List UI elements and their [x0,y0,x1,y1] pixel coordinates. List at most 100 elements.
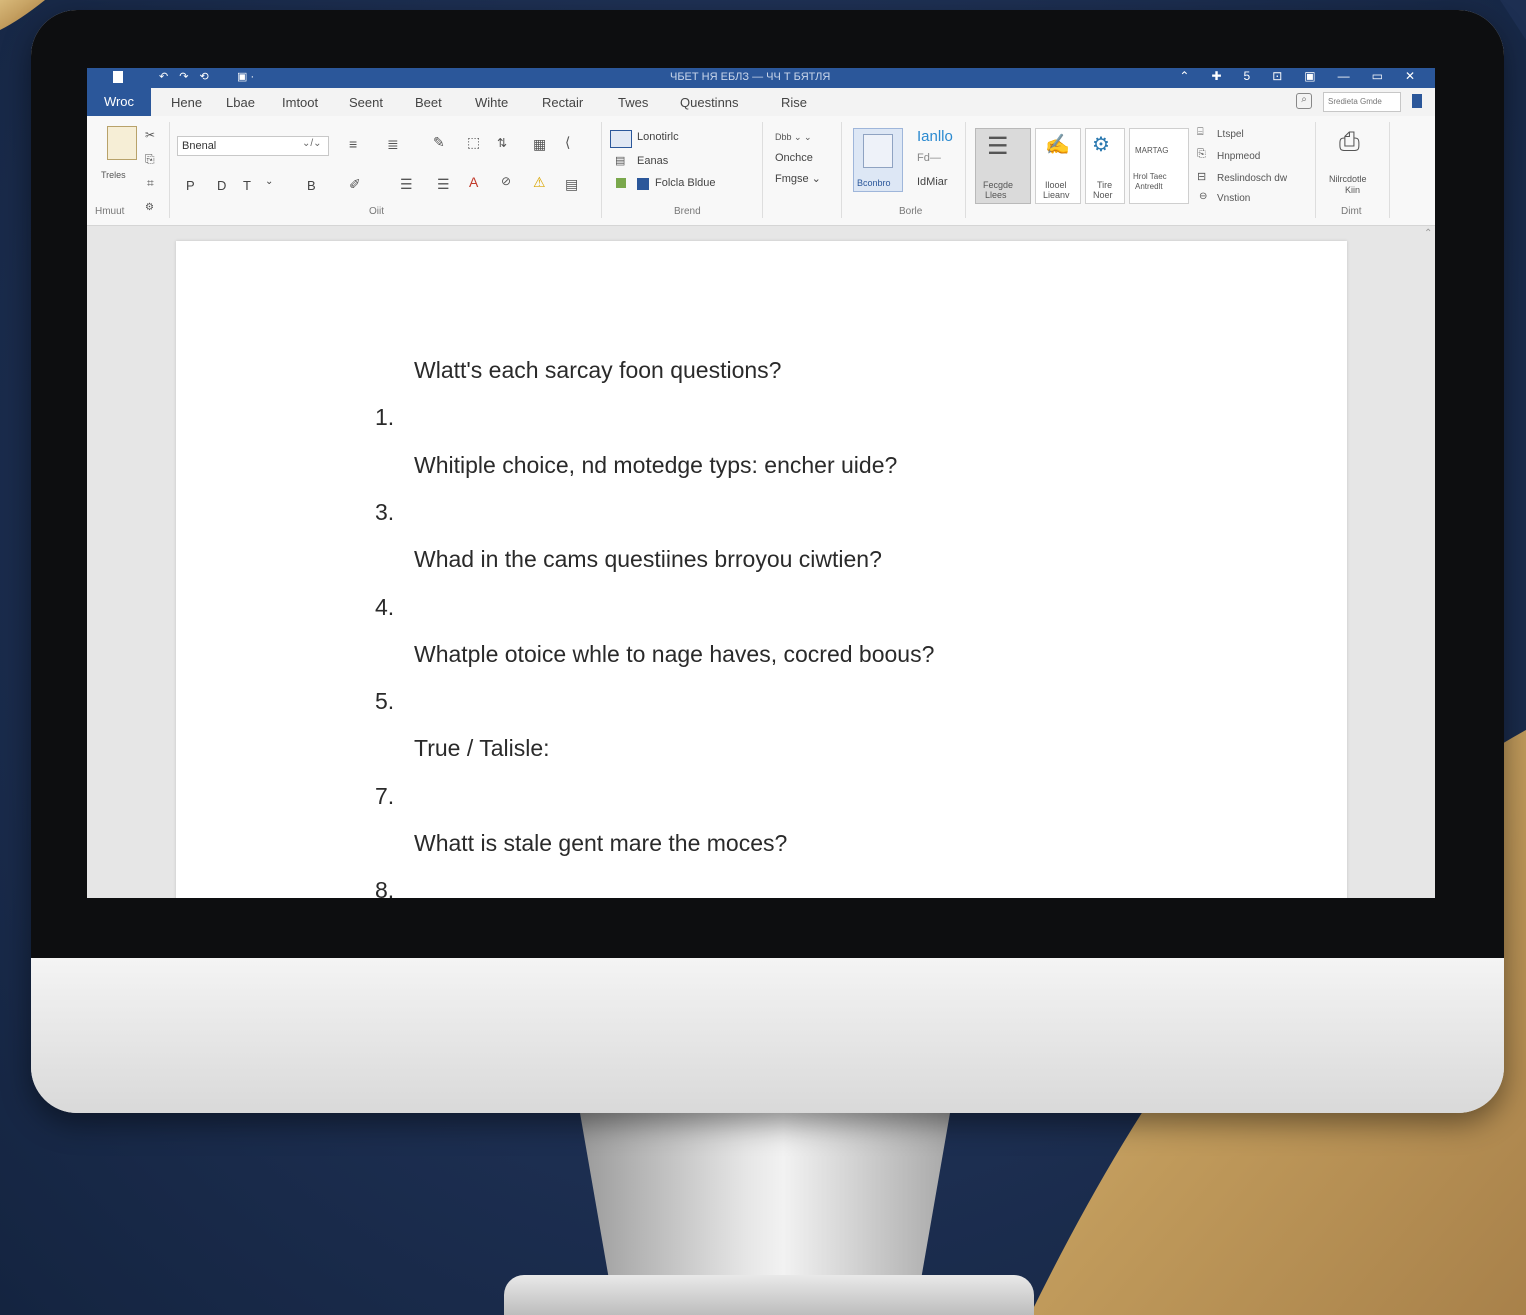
table-icon[interactable]: ▦ [533,136,546,153]
lightbulb-icon[interactable]: ⌕ [1296,93,1312,109]
question-number[interactable]: 7. [375,783,394,810]
editing-item[interactable]: Ltspel [1217,129,1244,140]
font-color-icon[interactable]: A [469,174,478,190]
clipboard-group-label: Hmuut [95,206,125,217]
question-text[interactable]: Whatple otoice whle to nage haves, cocre… [414,641,934,668]
gallery-label: Fecgde [983,180,1014,190]
editing-item[interactable]: Reslindosch dw [1217,173,1287,184]
bold-button[interactable]: P [186,178,195,193]
ribbon-tabs: Wroc Hene Lbae Imtoot Seent Beet Wihte R… [87,88,1435,116]
paste-icon[interactable] [107,126,137,160]
underline-dropdown[interactable]: ⌄ [265,176,273,187]
document-page[interactable]: Wlatt's each sarcay foon questions? 1. Whi… [176,241,1347,898]
option-item[interactable]: Fmgse ⌄ [775,172,821,185]
tab-references[interactable]: Rectair [542,95,583,110]
list-icon[interactable]: ▤ [615,154,625,167]
tab-import[interactable]: Imtoot [282,95,318,110]
gallery-banner: MARTAG [1135,146,1169,155]
tab-file[interactable]: Wroc [87,88,151,116]
blue-square-icon [637,178,649,190]
question-number[interactable]: 3. [375,499,394,526]
align-center-icon[interactable]: ☰ [400,176,413,193]
bullets-icon[interactable]: ≡ [349,136,357,152]
scroll-indicator[interactable]: ⌃ [1424,228,1432,239]
document-link-icon[interactable]: ⎙ [1339,126,1360,158]
question-text[interactable]: Whatt is stale gent mare the moces? [414,830,787,857]
question-text[interactable]: True / Talisle: [414,735,550,762]
tab-design[interactable]: Seent [349,95,383,110]
gallery-label: Antredlt [1135,182,1163,191]
option-item[interactable]: Onchce [775,152,813,164]
tab-rise[interactable]: Rise [781,95,807,110]
highlight-icon[interactable]: ✐ [349,176,361,193]
extra-label: Kiin [1345,185,1361,195]
divider [762,122,763,218]
layout-icon[interactable] [610,130,632,148]
align-justify-icon[interactable]: ☰ [437,176,450,193]
save-icon[interactable]: ▣ · [237,70,254,83]
clipboard-launcher-icon[interactable]: ⚙ [145,202,154,213]
ribbon-home: Treles ✂ ⎘ ⌗ Hmuut ⚙ Bnenal ⌄/⌄ P D T ⌄ … [87,116,1435,226]
paragraph-item[interactable]: Folcla Bldue [655,177,716,189]
numbering-icon[interactable]: ≣ [387,136,399,153]
question-number[interactable]: 1. [375,404,394,431]
warning-icon[interactable]: ⚠ [533,174,546,191]
shading-icon[interactable]: ▤ [565,176,578,193]
gallery-label: Tire [1097,180,1113,190]
pen-icon[interactable]: ✎ [433,134,445,151]
paragraph-item[interactable]: Lonotirlc [637,131,679,143]
display-icon[interactable]: ▣ [1304,69,1315,83]
question-text[interactable]: Whad in the cams questiines brroyou ciwt… [414,546,882,573]
option-item[interactable]: Dbb ⌄ ⌄ [775,132,812,143]
minimize-button[interactable]: — [1338,69,1350,83]
copy-icon[interactable]: ⎘ [145,152,155,167]
editing-item[interactable]: Vnstion [1217,193,1250,204]
ribbon-collapse-icon[interactable]: ⌃ [1179,69,1189,83]
gallery-label: Lieanv [1043,190,1070,200]
tab-review[interactable]: Twes [618,95,648,110]
style-normal-label: Bconbro [857,178,891,188]
paragraph-item[interactable]: Eanas [637,155,668,167]
close-button[interactable]: ✕ [1405,69,1415,83]
chart-style-item[interactable]: IdMiar [917,176,948,188]
pin-icon[interactable]: ✚ [1211,69,1221,83]
sort-icon[interactable]: ⇅ [497,136,507,150]
gallery-label: Noer [1093,190,1113,200]
share-arrow-icon[interactable]: ⟨ [565,134,570,151]
paragraph-group-label: Brend [674,206,701,217]
tab-layout[interactable]: Beet [415,95,442,110]
format-painter-icon[interactable]: ⌗ [147,176,154,191]
shape-icon[interactable]: ⬚ [467,134,480,151]
tab-questions[interactable]: Questinns [680,95,739,110]
tab-insert[interactable]: Lbae [226,95,255,110]
underline-button[interactable]: T [243,178,251,193]
question-number[interactable]: 4. [375,594,394,621]
cut-icon[interactable]: ✂ [145,128,155,142]
share-icon[interactable] [1412,94,1422,108]
gallery-tile[interactable] [1129,128,1189,204]
chart-style-label[interactable]: Ianllo [917,128,953,145]
maximize-button[interactable]: ▭ [1372,69,1383,83]
clear-format-icon[interactable]: ⊘ [501,174,511,188]
question-number[interactable]: 8. [375,877,394,898]
font-size-dropdown[interactable]: ⌄/⌄ [302,138,322,149]
text-lines-icon: ☰ [987,133,1009,160]
find-icon: ⌸ [1197,126,1204,138]
monitor-chin [31,958,1504,1113]
counter-icon[interactable]: 5 [1244,69,1251,83]
italic-button[interactable]: D [217,178,226,193]
paint-icon: ✍ [1045,134,1070,156]
question-text[interactable]: Whitiple choice, nd motedge typs: encher… [414,452,897,479]
question-number[interactable]: 5. [375,688,394,715]
quick-access-toolbar[interactable]: ↶ ↷ ⟲ [159,70,213,83]
question-text[interactable]: Wlatt's each sarcay foon questions? [414,357,781,384]
tab-home[interactable]: Hene [171,95,202,110]
layout-icon[interactable]: ⊡ [1272,69,1282,83]
chart-style-sub: Fd— [917,152,941,164]
divider [169,122,170,218]
editing-item[interactable]: Hnpmeod [1217,151,1260,162]
paste-label[interactable]: Treles [101,170,126,180]
strikethrough-button[interactable]: В [307,178,316,193]
search-input[interactable]: Sredieta Gmde [1323,92,1401,112]
tab-write[interactable]: Wihte [475,95,508,110]
